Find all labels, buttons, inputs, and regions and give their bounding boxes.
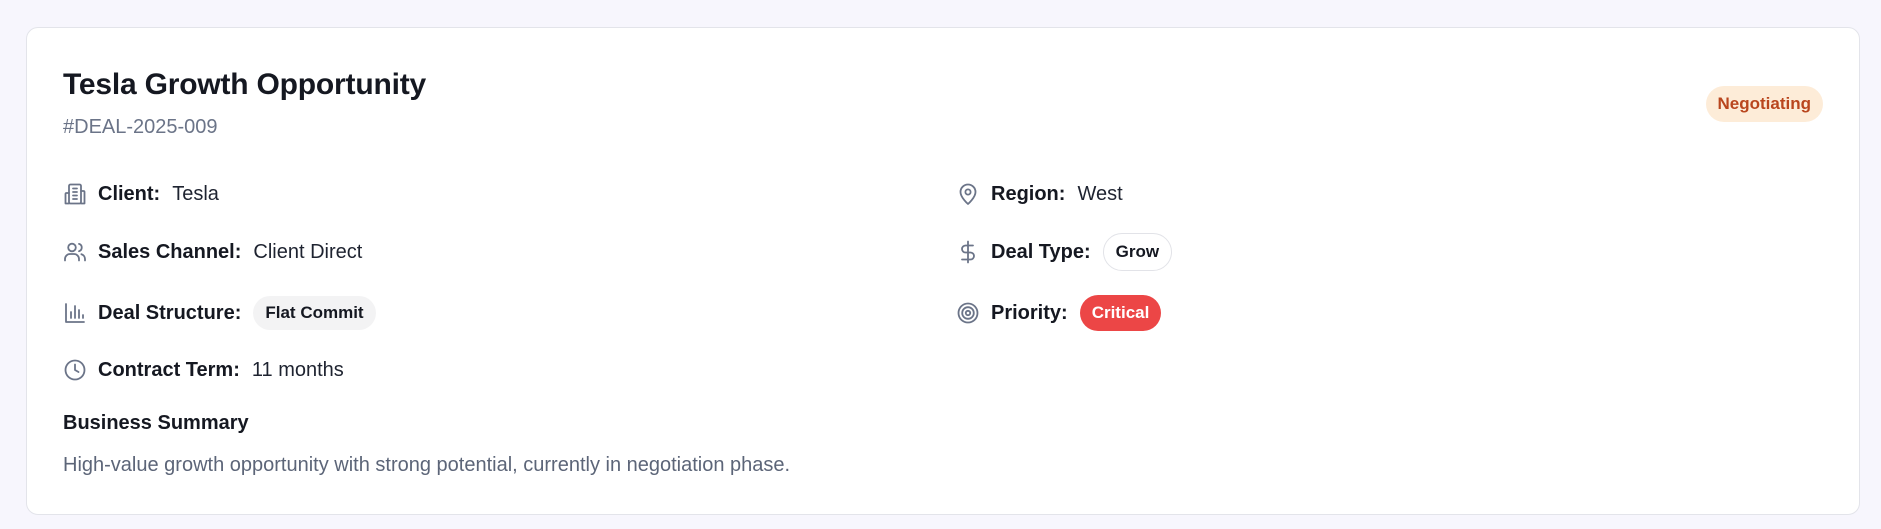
business-summary-heading: Business Summary bbox=[63, 412, 249, 434]
deal-type-field: Deal Type: Grow bbox=[956, 232, 1173, 272]
contract-term-field: Contract Term: 11 months bbox=[63, 350, 344, 390]
client-field: Client: Tesla bbox=[63, 174, 219, 214]
status-badge: Negotiating bbox=[1705, 86, 1823, 122]
deal-structure-field: Deal Structure: Flat Commit bbox=[63, 293, 376, 333]
sales-channel-value: Client Direct bbox=[253, 240, 363, 263]
deal-id: #DEAL-2025-009 bbox=[63, 116, 218, 138]
deal-structure-label: Deal Structure: bbox=[98, 301, 242, 324]
clock-icon bbox=[63, 358, 87, 382]
sales-channel-field: Sales Channel: Client Direct bbox=[63, 232, 362, 272]
building-icon bbox=[63, 182, 87, 206]
contract-term-label: Contract Term: bbox=[98, 358, 240, 381]
deal-type-pill: Grow bbox=[1102, 233, 1173, 271]
deal-title: Tesla Growth Opportunity bbox=[63, 68, 426, 101]
dollar-icon bbox=[956, 240, 980, 264]
target-icon bbox=[956, 301, 980, 325]
region-field: Region: West bbox=[956, 174, 1123, 214]
map-pin-icon bbox=[956, 182, 980, 206]
business-summary-text: High-value growth opportunity with stron… bbox=[63, 454, 791, 476]
client-label: Client: bbox=[98, 182, 161, 205]
priority-label: Priority: bbox=[991, 301, 1068, 324]
priority-badge: Critical bbox=[1079, 295, 1162, 331]
region-value: West bbox=[1077, 182, 1123, 205]
contract-term-value: 11 months bbox=[251, 358, 344, 381]
bar-chart-icon bbox=[63, 301, 87, 325]
deal-structure-pill: Flat Commit bbox=[253, 296, 376, 330]
client-value: Tesla bbox=[172, 182, 219, 205]
deal-card: Tesla Growth Opportunity #DEAL-2025-009 … bbox=[26, 27, 1860, 515]
users-icon bbox=[63, 240, 87, 264]
region-label: Region: bbox=[991, 182, 1066, 205]
sales-channel-label: Sales Channel: bbox=[98, 240, 242, 263]
deal-type-label: Deal Type: bbox=[991, 240, 1091, 263]
priority-field: Priority: Critical bbox=[956, 293, 1162, 333]
